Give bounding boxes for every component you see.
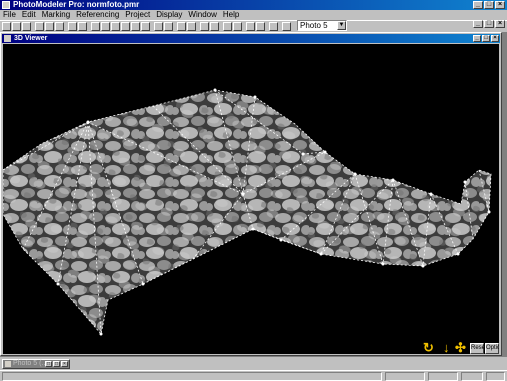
process-icon[interactable] — [269, 22, 278, 31]
status-bar — [0, 370, 507, 381]
pan-icon[interactable] — [246, 22, 255, 31]
viewer-title-bar[interactable]: 3D Viewer _ □ × — [2, 34, 500, 43]
status-panel-main — [2, 372, 382, 381]
status-panel-4 — [461, 372, 483, 381]
save-file-icon[interactable] — [22, 22, 31, 31]
menu-project[interactable]: Project — [124, 10, 155, 20]
table-icon[interactable] — [68, 22, 77, 31]
maximize-button[interactable]: □ — [484, 1, 494, 9]
3d-viewer-icon[interactable] — [55, 22, 64, 31]
open-file-icon[interactable] — [12, 22, 21, 31]
doc-restore-button[interactable]: □ — [484, 20, 494, 28]
close-button[interactable]: × — [495, 1, 505, 9]
reset-button[interactable]: Reset — [470, 343, 487, 354]
pointer-icon[interactable] — [91, 22, 100, 31]
line-tool-icon[interactable] — [111, 22, 120, 31]
options-button[interactable]: Options — [485, 343, 499, 354]
move-down-icon[interactable]: ↓ — [443, 341, 450, 354]
menu-marking[interactable]: Marking — [41, 10, 75, 20]
viewer-minimize-button[interactable]: _ — [473, 35, 481, 42]
minimized-close-button[interactable]: × — [61, 361, 68, 367]
cylinder-tool-icon[interactable] — [141, 22, 150, 31]
photo-window-icon[interactable] — [5, 361, 11, 367]
toolbar — [0, 20, 507, 31]
menu-edit[interactable]: Edit — [21, 10, 41, 20]
photo-select-dropdown[interactable]: Photo 5 ▼ — [297, 20, 347, 31]
menu-file[interactable]: File — [2, 10, 21, 20]
status-panel-5 — [486, 372, 505, 381]
viewer-icon[interactable] — [4, 35, 11, 42]
rotate-icon[interactable]: ↻ — [423, 341, 434, 354]
edge-tool-icon[interactable] — [121, 22, 130, 31]
textured-mesh — [3, 88, 492, 336]
viewer-window-controls: _ □ × — [473, 35, 499, 42]
new-file-icon[interactable] — [2, 22, 11, 31]
status-panel-2 — [385, 372, 425, 381]
doc-minimize-button[interactable]: _ — [473, 20, 483, 28]
menu-window[interactable]: Window — [187, 10, 221, 20]
app-title-bar[interactable]: PhotoModeler Pro: normfoto.pmr _ □ × — [0, 0, 507, 10]
minimized-window-controls: □ □ × — [45, 361, 68, 367]
viewer-maximize-button[interactable]: □ — [482, 35, 490, 42]
status-panel-3 — [428, 372, 458, 381]
fit-icon[interactable] — [256, 22, 265, 31]
minimized-window-title: Photo 5 (... — [13, 360, 48, 367]
surface-tool-icon[interactable] — [154, 22, 163, 31]
doc-close-button[interactable]: × — [495, 20, 505, 28]
calc-icon[interactable] — [78, 22, 87, 31]
chevron-down-icon[interactable]: ▼ — [337, 21, 346, 30]
zoom-out-icon[interactable] — [233, 22, 242, 31]
photo-icon[interactable] — [45, 22, 54, 31]
3d-viewer-window: 3D Viewer _ □ × ↻ ↓ ✣ Reset Optio — [0, 32, 502, 356]
help-tool-icon[interactable] — [282, 22, 291, 31]
photo-select-value: Photo 5 — [300, 21, 328, 30]
move-icon[interactable]: ✣ — [455, 341, 466, 354]
ref-mode-icon[interactable] — [210, 22, 219, 31]
minimized-restore-button[interactable]: □ — [45, 361, 52, 367]
minimize-button[interactable]: _ — [473, 1, 483, 9]
menu-display[interactable]: Display — [155, 10, 187, 20]
app-icon[interactable] — [2, 1, 10, 9]
align-icon[interactable] — [177, 22, 186, 31]
zoom-in-icon[interactable] — [223, 22, 232, 31]
camera-icon[interactable] — [35, 22, 44, 31]
mark-icon[interactable] — [200, 22, 209, 31]
menu-bar: File Edit Marking Referencing Project Di… — [0, 10, 507, 20]
curve-tool-icon[interactable] — [131, 22, 140, 31]
minimized-maximize-button[interactable]: □ — [53, 361, 60, 367]
document-window-controls: _ □ × — [473, 20, 505, 28]
viewer-title: 3D Viewer — [14, 35, 48, 42]
menu-referencing[interactable]: Referencing — [75, 10, 124, 20]
app-title: PhotoModeler Pro: normfoto.pmr — [13, 0, 140, 9]
app-window-controls: _ □ × — [473, 1, 505, 9]
point-tool-icon[interactable] — [101, 22, 110, 31]
minimized-photo-window[interactable]: Photo 5 (... □ □ × — [2, 359, 70, 369]
viewer-close-button[interactable]: × — [491, 35, 499, 42]
menu-help[interactable]: Help — [222, 10, 244, 20]
reference-tool-icon[interactable] — [164, 22, 173, 31]
scale-icon[interactable] — [187, 22, 196, 31]
3d-canvas[interactable]: ↻ ↓ ✣ Reset Options — [3, 44, 499, 354]
